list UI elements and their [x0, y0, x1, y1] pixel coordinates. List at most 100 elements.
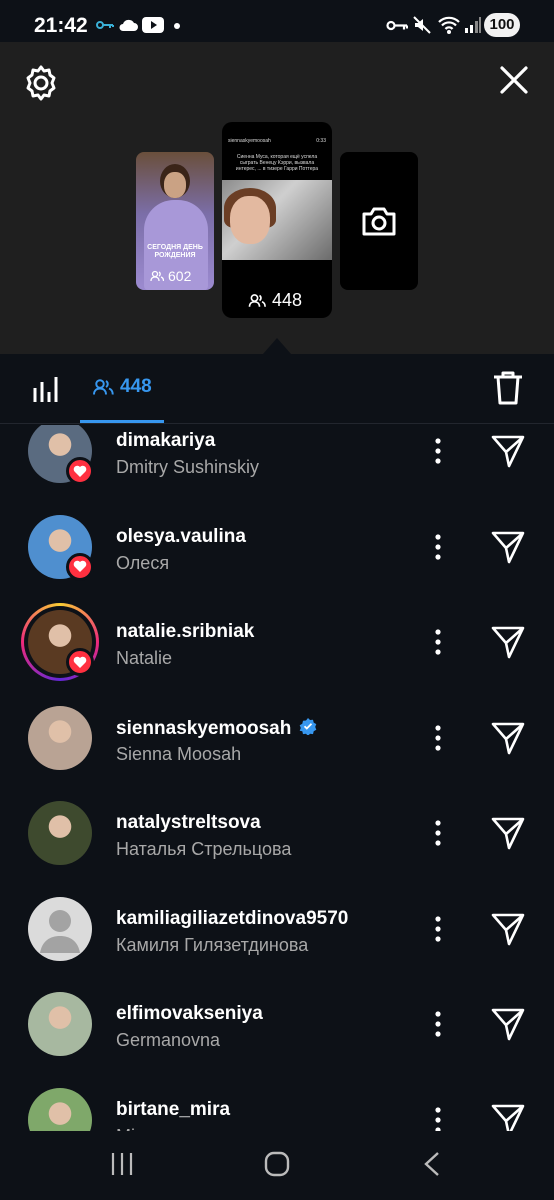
story-photo [222, 180, 332, 260]
story-text: Сиенна Муса, которая ещё успела сыграть … [235, 154, 319, 172]
viewer-username[interactable]: olesya.vaulina [116, 526, 246, 548]
insights-tab-bar: 448 [0, 354, 554, 424]
avatar[interactable] [28, 1087, 92, 1131]
viewer-fullname: Germanovna [116, 1030, 221, 1050]
avatar-image [28, 1087, 92, 1131]
send-message-icon[interactable] [490, 624, 526, 660]
viewer-username-text: elfimovakseniya [116, 1003, 263, 1024]
status-time: 21:42 [34, 14, 88, 37]
youtube-icon [142, 17, 164, 33]
viewer-username[interactable]: kamiliagiliazetdinova9570 [116, 908, 348, 930]
avatar[interactable] [28, 514, 94, 581]
liked-heart-icon [66, 552, 94, 581]
avatar[interactable] [21, 603, 99, 681]
story-thumbnail-left[interactable]: СЕГОДНЯ ДЕНЬ РОЖДЕНИЯ 602 [136, 152, 214, 290]
recent-apps-icon[interactable] [110, 1151, 134, 1177]
camera-icon [362, 207, 396, 236]
viewer-row[interactable]: elfimovakseniya Germanovna [0, 977, 554, 1072]
cloud-icon [119, 19, 138, 31]
avatar[interactable] [28, 425, 94, 485]
back-icon[interactable] [422, 1151, 442, 1177]
mute-icon [413, 16, 431, 34]
send-message-icon[interactable] [490, 529, 526, 565]
avatar[interactable] [28, 896, 92, 961]
more-options-icon[interactable] [428, 819, 448, 847]
more-options-icon[interactable] [428, 628, 448, 656]
viewer-username-text: natalystreltsova [116, 812, 261, 833]
viewer-username-text: siennaskyemoosah [116, 717, 292, 739]
viewer-username[interactable]: natalystreltsova [116, 812, 261, 834]
avatar[interactable] [28, 801, 92, 865]
viewer-username[interactable]: dimakariya [116, 430, 215, 452]
more-options-icon[interactable] [428, 1106, 448, 1131]
viewer-username[interactable]: elfimovakseniya [116, 1003, 263, 1025]
avatar[interactable] [28, 705, 92, 770]
more-options-icon[interactable] [428, 1010, 448, 1038]
tab-viewers[interactable]: 448 [92, 376, 152, 398]
viewer-fullname: Sienna Moosah [116, 743, 242, 764]
verified-badge-icon [299, 717, 317, 741]
story-viewer-count: 602 [150, 268, 191, 284]
viewer-username-text: olesya.vaulina [116, 525, 246, 547]
close-icon[interactable] [496, 62, 532, 98]
more-options-icon[interactable] [428, 437, 448, 465]
more-options-icon[interactable] [428, 915, 448, 943]
viewer-username-text: dimakariya [116, 430, 216, 451]
liked-heart-icon [66, 648, 94, 676]
viewer-row[interactable]: natalie.sribniak Natalie [0, 595, 554, 690]
send-message-icon[interactable] [490, 433, 526, 469]
tab-active-indicator [80, 420, 164, 423]
liked-heart-icon [66, 457, 94, 485]
send-message-icon[interactable] [490, 720, 526, 756]
viewer-username[interactable]: birtane_mira [116, 1099, 230, 1121]
viewer-row[interactable]: dimakariya Dmitry Sushinskiy [0, 425, 554, 499]
insights-bar-chart-icon[interactable] [32, 374, 60, 404]
tab-viewers-count: 448 [120, 376, 152, 397]
viewer-row[interactable]: siennaskyemoosah Sienna Moosah [0, 691, 554, 786]
viewer-row[interactable]: natalystreltsova Наталья Стрельцова [0, 786, 554, 881]
viewer-fullname: Олеся [116, 552, 170, 573]
story-time: 0:33 [316, 138, 326, 144]
more-options-icon[interactable] [428, 724, 448, 752]
viewer-fullname: Наталья Стрельцова [116, 839, 292, 859]
system-nav-bar [0, 1131, 554, 1200]
more-options-icon[interactable] [428, 533, 448, 561]
story-author: siennaskyemoosah [228, 138, 271, 144]
add-story-button[interactable] [340, 152, 418, 290]
trash-icon[interactable] [492, 370, 524, 406]
viewer-row[interactable]: kamiliagiliazetdinova9570 Камиля Гилязетд… [0, 882, 554, 977]
viewers-list[interactable]: dimakariya Dmitry Sushinskiy olesya.vaulin… [0, 425, 554, 1131]
story-caption: СЕГОДНЯ ДЕНЬ РОЖДЕНИЯ [147, 244, 203, 259]
default-avatar-icon [40, 909, 80, 953]
wifi-icon [438, 16, 460, 34]
viewer-fullname: Dmitry Sushinskiy [116, 457, 260, 477]
avatar[interactable] [28, 992, 92, 1056]
selected-story-pointer [263, 338, 291, 354]
viewer-row[interactable]: olesya.vaulina Олеся [0, 500, 554, 595]
signal-icon [465, 17, 481, 33]
avatar-image [28, 992, 92, 1056]
viewer-username-text: natalie.sribniak [116, 621, 255, 642]
viewer-fullname: Natalie [116, 648, 173, 668]
send-message-icon[interactable] [490, 1006, 526, 1042]
viewer-username[interactable]: natalie.sribniak [116, 621, 254, 643]
avatar-image [28, 896, 92, 961]
viewer-username-text: kamiliagiliazetdinova9570 [116, 907, 349, 929]
viewers-icon [248, 294, 266, 307]
settings-gear-icon[interactable] [22, 64, 60, 102]
viewer-username[interactable]: siennaskyemoosah [116, 717, 317, 741]
viewer-row[interactable]: birtane_miraMira [0, 1073, 554, 1131]
home-icon[interactable] [264, 1151, 290, 1177]
avatar-image [28, 705, 92, 770]
vpn-key-icon [386, 20, 408, 31]
viewer-username-text: birtane_mira [116, 1098, 231, 1120]
battery-indicator: 100 [484, 13, 520, 37]
viewers-icon [93, 379, 114, 395]
send-message-icon[interactable] [490, 911, 526, 947]
send-message-icon[interactable] [490, 1102, 526, 1131]
send-message-icon[interactable] [490, 815, 526, 851]
story-thumbnail-current[interactable]: siennaskyemoosah 0:33 Сиенна Муса, котор… [222, 122, 332, 318]
dot-icon [174, 23, 180, 29]
avatar-image [28, 801, 92, 865]
viewer-fullname: Камиля Гилязетдинова [116, 934, 309, 955]
